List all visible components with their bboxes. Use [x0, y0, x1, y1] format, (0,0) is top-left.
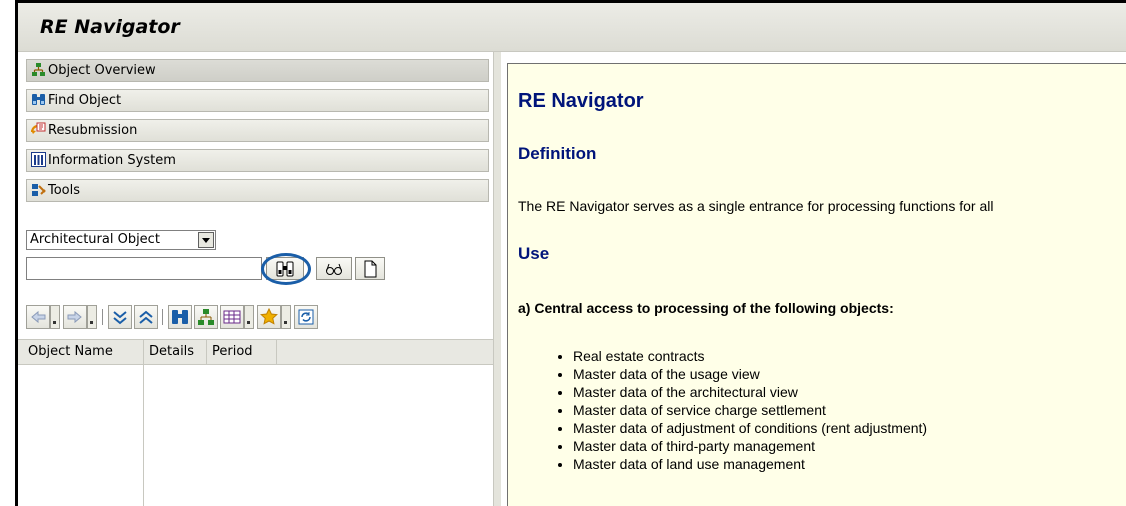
documentation-viewer: RE Navigator Definition The RE Navigator… [507, 63, 1126, 506]
definition-heading: Definition [518, 144, 597, 163]
object-search-input[interactable] [26, 257, 262, 280]
column-divider [143, 364, 144, 506]
expand-icon [113, 311, 127, 325]
app-window: RE Navigator Object Overview Find Object… [0, 0, 1126, 506]
nav-label: Information System [48, 153, 176, 168]
find-tree-button[interactable] [168, 305, 192, 329]
glasses-icon [324, 263, 344, 282]
object-table-header: Object Name Details Period [18, 339, 493, 365]
refresh-button[interactable] [294, 305, 318, 329]
tools-icon [31, 182, 46, 197]
binoculars-icon [172, 310, 188, 324]
chevron-down-icon[interactable] [198, 232, 214, 248]
expand-all-button[interactable] [108, 305, 132, 329]
arrow-left-icon [31, 310, 46, 324]
object-type-value: Architectural Object [30, 232, 160, 247]
toolbar-separator [102, 309, 103, 325]
arrow-right-icon [67, 310, 82, 324]
grid-icon [223, 310, 241, 324]
column-header-object-name[interactable]: Object Name [23, 340, 144, 364]
nav-tools[interactable]: Tools [26, 179, 489, 202]
column-header-period[interactable]: Period [207, 340, 277, 364]
forward-dropdown[interactable] [87, 305, 97, 329]
toolbar-separator [162, 309, 163, 325]
nav-label: Object Overview [48, 63, 156, 78]
hierarchy-button[interactable] [194, 305, 218, 329]
list-item: Master data of land use management [573, 455, 927, 473]
list-item: Master data of service charge settlement [573, 401, 927, 419]
nav-label: Find Object [48, 93, 122, 108]
nav-label: Resubmission [48, 123, 138, 138]
collapse-all-button[interactable] [134, 305, 158, 329]
display-button[interactable] [316, 257, 352, 280]
back-dropdown[interactable] [50, 305, 60, 329]
binoculars-icon [31, 92, 46, 107]
favorites-dropdown[interactable] [281, 305, 291, 329]
new-document-icon [360, 260, 380, 282]
favorites-button[interactable] [257, 305, 281, 329]
hierarchy-icon [198, 309, 214, 325]
object-type-dropdown[interactable]: Architectural Object [26, 230, 216, 250]
object-list: Real estate contracts Master data of the… [518, 347, 927, 473]
title-bar: RE Navigator [18, 3, 1126, 52]
layout-button[interactable] [220, 305, 244, 329]
list-item: Master data of third-party management [573, 437, 927, 455]
use-subheading: a) Central access to processing of the f… [518, 300, 894, 316]
list-item: Real estate contracts [573, 347, 927, 365]
definition-text: The RE Navigator serves as a single entr… [518, 198, 994, 214]
content-panel: RE Navigator Definition The RE Navigator… [501, 52, 1126, 506]
use-heading: Use [518, 244, 550, 263]
nav-information-system[interactable]: Information System [26, 149, 489, 172]
nav-find-object[interactable]: Find Object [26, 89, 489, 112]
list-item: Master data of the architectural view [573, 383, 927, 401]
back-button[interactable] [26, 305, 50, 329]
highlight-circle [261, 253, 311, 285]
layout-dropdown[interactable] [244, 305, 254, 329]
nav-label: Tools [48, 183, 81, 198]
forward-button[interactable] [63, 305, 87, 329]
column-header-details[interactable]: Details [144, 340, 207, 364]
star-icon [260, 307, 278, 325]
doc-title: RE Navigator [518, 90, 644, 112]
resubmission-icon [30, 122, 46, 137]
hierarchy-icon [31, 62, 46, 77]
nav-resubmission[interactable]: Resubmission [26, 119, 489, 142]
list-item: Master data of the usage view [573, 365, 927, 383]
list-item: Master data of adjustment of conditions … [573, 419, 927, 437]
nav-object-overview[interactable]: Object Overview [26, 59, 489, 82]
report-icon [31, 152, 46, 167]
collapse-icon [139, 310, 153, 324]
navigation-panel: Object Overview Find Object Resubmission… [18, 52, 493, 506]
refresh-icon [298, 309, 314, 325]
app-title: RE Navigator [40, 16, 180, 38]
create-button[interactable] [355, 257, 385, 280]
